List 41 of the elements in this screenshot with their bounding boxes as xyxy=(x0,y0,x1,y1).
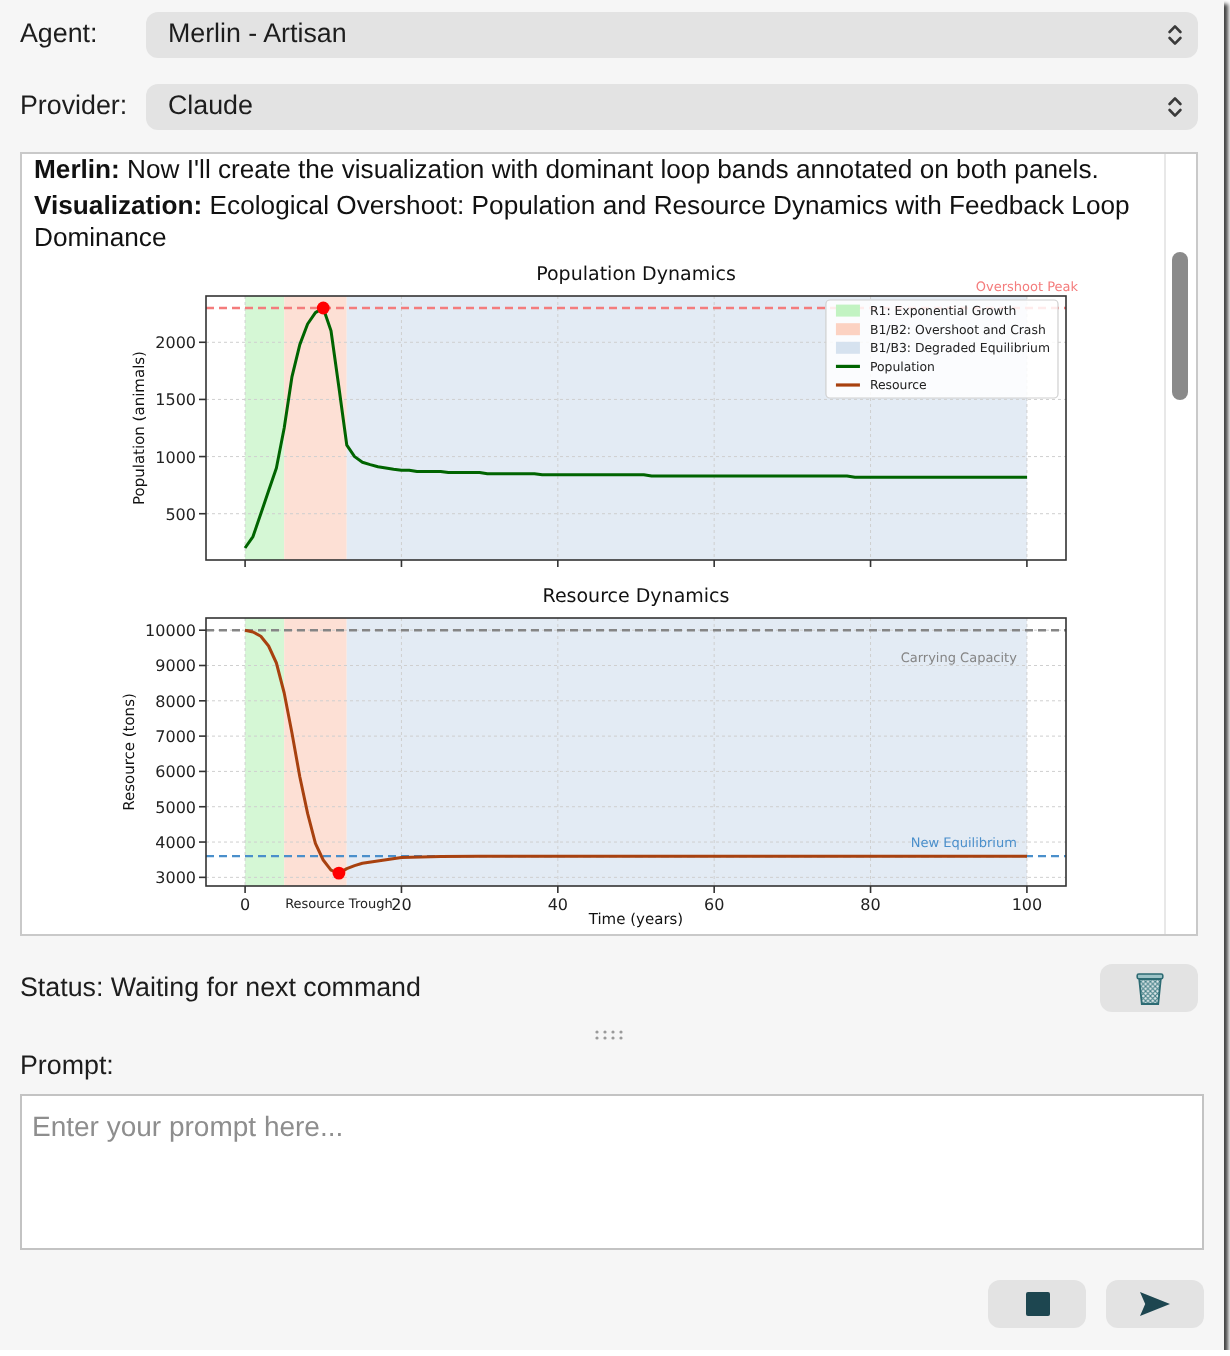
tick-label: 2000 xyxy=(155,334,196,353)
chat-message: Visualization: Ecological Overshoot: Population and Resource Dynamics with Feedback Loop Dominance xyxy=(34,190,1132,254)
tick-label: 60 xyxy=(704,896,725,914)
marker-icon xyxy=(316,301,330,315)
agent-dropdown[interactable]: Merlin - Artisan xyxy=(146,12,1198,58)
send-button[interactable] xyxy=(1106,1280,1204,1328)
tick-label: 8000 xyxy=(155,692,196,711)
clear-button[interactable] xyxy=(1100,964,1198,1012)
tick-label: 100 xyxy=(1011,896,1043,914)
prompt-field[interactable]: Enter your prompt here... xyxy=(20,1094,1204,1250)
provider-label: Provider: xyxy=(20,88,130,125)
stop-icon xyxy=(1025,1292,1049,1316)
marker-icon xyxy=(332,866,346,880)
tick-label: 3000 xyxy=(155,869,196,888)
tick-label: 0 xyxy=(240,896,251,914)
chevron-up-down-icon xyxy=(1168,96,1182,118)
tick-label: 500 xyxy=(165,505,196,524)
tick-label: 1500 xyxy=(155,391,196,410)
provider-dropdown[interactable]: Claude xyxy=(146,84,1198,130)
chart-title: Population Dynamics xyxy=(536,264,736,286)
trash-icon xyxy=(1135,971,1163,1005)
chevron-up-down-icon xyxy=(1168,24,1182,46)
agent-label: Agent: xyxy=(20,16,100,53)
tick-label: 7000 xyxy=(155,728,196,747)
chart-title: Resource Dynamics xyxy=(542,586,730,608)
tick-label: 6000 xyxy=(155,763,196,782)
status-text: Status: Waiting for next command xyxy=(20,969,421,1006)
chat-message: Merlin: Now I'll create the visualization with dominant loop bands annotated on both panels. xyxy=(34,154,1101,186)
tick-label: 40 xyxy=(547,896,568,914)
tick-label: 20 xyxy=(391,896,412,914)
tick-label: 5000 xyxy=(155,798,196,817)
tick-label: 1000 xyxy=(155,448,196,467)
stop-button[interactable] xyxy=(988,1280,1086,1328)
resize-grip-icon[interactable] xyxy=(594,1029,624,1039)
send-icon xyxy=(1140,1292,1170,1316)
prompt-label: Prompt: xyxy=(20,1050,116,1082)
tick-label: 9000 xyxy=(155,657,196,676)
scrollbar-thumb[interactable] xyxy=(1172,252,1188,400)
tick-label: 4000 xyxy=(155,834,196,853)
tick-label: 80 xyxy=(860,896,881,914)
tick-label: 10000 xyxy=(145,622,196,641)
